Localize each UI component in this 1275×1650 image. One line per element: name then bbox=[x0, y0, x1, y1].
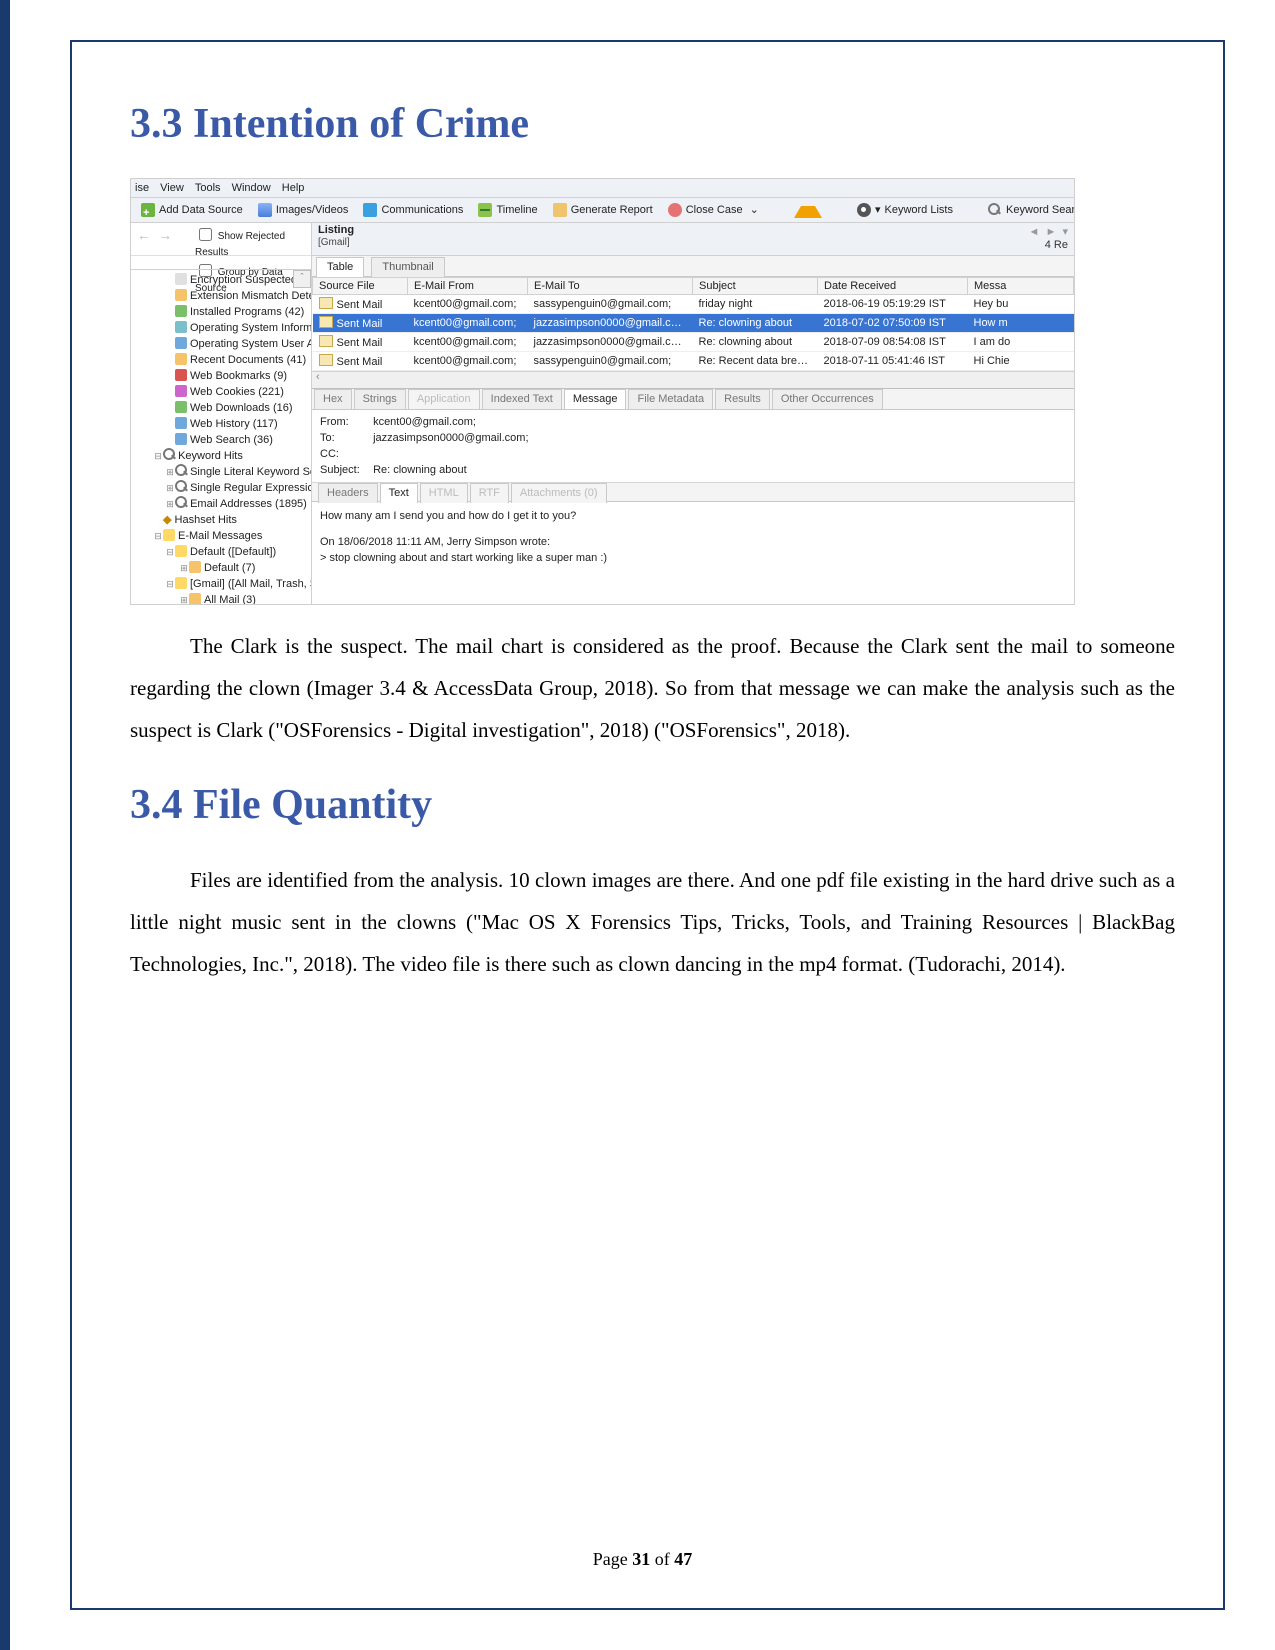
msg-subject: Re: clowning about bbox=[373, 464, 467, 476]
tree-node[interactable]: ⊞ Single Literal Keyword Search (0 bbox=[135, 464, 311, 480]
table-row[interactable]: Sent Mailkcent00@gmail.com;sassypenguin0… bbox=[313, 295, 1074, 314]
show-rejected-checkbox[interactable]: Show Rejected Results bbox=[195, 225, 311, 261]
page-footer: Page 31 of 47 bbox=[10, 1549, 1275, 1570]
tree-node[interactable]: Encryption Suspected (13) bbox=[135, 272, 311, 288]
column-header[interactable]: Date Received bbox=[818, 278, 968, 295]
tree-node[interactable]: Operating System Information ( bbox=[135, 320, 311, 336]
tree-node[interactable]: Extension Mismatch Detected (1 bbox=[135, 288, 311, 304]
detail-tab[interactable]: Message bbox=[564, 389, 627, 409]
detail-tab[interactable]: Results bbox=[715, 389, 770, 409]
listing-nav[interactable]: ◄ ► ▾ bbox=[1028, 225, 1068, 238]
msg-from: kcent00@gmail.com; bbox=[373, 416, 476, 428]
menu-item[interactable]: ise bbox=[135, 179, 149, 197]
tree-scroll-up[interactable]: ˆ bbox=[293, 270, 311, 288]
menu-item[interactable]: Tools bbox=[195, 179, 221, 197]
message-tab[interactable]: RTF bbox=[470, 483, 509, 503]
menu-item[interactable]: View bbox=[160, 179, 184, 197]
images-icon bbox=[258, 203, 272, 217]
content-pane: Listing [Gmail] ◄ ► ▾ 4 Re Table Thumbna… bbox=[312, 223, 1074, 605]
msg-to: jazzasimpson0000@gmail.com; bbox=[373, 432, 528, 444]
tree-node[interactable]: Web Bookmarks (9) bbox=[135, 368, 311, 384]
result-count: 4 Re bbox=[1045, 239, 1068, 251]
column-header[interactable]: E-Mail To bbox=[528, 278, 693, 295]
tree-node[interactable]: Operating System User Account bbox=[135, 336, 311, 352]
timeline-icon bbox=[478, 203, 492, 217]
detail-tab[interactable]: Strings bbox=[354, 389, 406, 409]
tree-node[interactable]: ⊞Default (7) bbox=[135, 560, 311, 576]
keyword-search-button[interactable]: Keyword Search bbox=[982, 198, 1074, 222]
forward-button[interactable]: → bbox=[158, 227, 172, 243]
detail-tab[interactable]: File Metadata bbox=[628, 389, 713, 409]
listing-title: Listing bbox=[312, 223, 1074, 237]
tree-node[interactable]: Web History (117) bbox=[135, 416, 311, 432]
tree-node[interactable]: ⊟E-Mail Messages bbox=[135, 528, 311, 544]
back-button[interactable]: ← bbox=[137, 227, 151, 243]
tree-node[interactable]: Web Cookies (221) bbox=[135, 384, 311, 400]
communications-button[interactable]: Communications bbox=[357, 198, 469, 222]
tab-table[interactable]: Table bbox=[316, 257, 364, 277]
message-tabs[interactable]: HeadersTextHTMLRTFAttachments (0) bbox=[312, 483, 1074, 502]
email-table[interactable]: Source FileE-Mail FromE-Mail ToSubjectDa… bbox=[312, 277, 1074, 371]
message-tab[interactable]: Text bbox=[380, 483, 418, 503]
close-case-button[interactable]: Close Case ⌄ bbox=[662, 198, 765, 222]
close-icon bbox=[668, 203, 682, 217]
tree-node[interactable]: ⊞ Email Addresses (1895) bbox=[135, 496, 311, 512]
message-header: From: kcent00@gmail.com; To: jazzasimpso… bbox=[312, 410, 1074, 483]
paragraph-file-quantity: Files are identified from the analysis. … bbox=[130, 859, 1175, 985]
menu-bar[interactable]: ise View Tools Window Help bbox=[131, 179, 1074, 198]
tree-node[interactable]: Installed Programs (42) bbox=[135, 304, 311, 320]
table-row[interactable]: Sent Mailkcent00@gmail.com;jazzasimpson0… bbox=[313, 314, 1074, 333]
column-header[interactable]: Subject bbox=[693, 278, 818, 295]
menu-item[interactable]: Help bbox=[282, 179, 305, 197]
tree-node[interactable]: Recent Documents (41) bbox=[135, 352, 311, 368]
detail-tabs[interactable]: HexStringsApplicationIndexed TextMessage… bbox=[312, 389, 1074, 410]
tree-node[interactable]: ◆ Hashset Hits bbox=[135, 512, 311, 528]
navigator-pane: ← → Show Rejected Results Group by Data … bbox=[131, 223, 312, 605]
column-header[interactable]: Messa bbox=[968, 278, 1074, 295]
tree-node[interactable]: ⊟Default ([Default]) bbox=[135, 544, 311, 560]
message-tab[interactable]: Headers bbox=[318, 483, 378, 503]
nav-arrows: ← → Show Rejected Results Group by Data … bbox=[131, 223, 311, 256]
heading-3-4: 3.4 File Quantity bbox=[130, 781, 1175, 829]
menu-item[interactable]: Window bbox=[232, 179, 271, 197]
communications-icon bbox=[363, 203, 377, 217]
tree-node[interactable]: ⊟ Keyword Hits bbox=[135, 448, 311, 464]
warning-icon bbox=[794, 199, 822, 218]
tree-node[interactable]: Web Downloads (16) bbox=[135, 400, 311, 416]
column-header[interactable]: Source File bbox=[313, 278, 408, 295]
detail-tab[interactable]: Hex bbox=[314, 389, 352, 409]
message-body: How many am I send you and how do I get … bbox=[312, 502, 1074, 572]
warning-indicator[interactable] bbox=[788, 198, 828, 222]
autopsy-screenshot: ise View Tools Window Help Add Data Sour… bbox=[130, 178, 1075, 605]
generate-report-button[interactable]: Generate Report bbox=[547, 198, 659, 222]
detail-pane: HexStringsApplicationIndexed TextMessage… bbox=[312, 388, 1074, 605]
add-data-source-button[interactable]: Add Data Source bbox=[135, 198, 249, 222]
images-videos-button[interactable]: Images/Videos bbox=[252, 198, 355, 222]
grid-scrollbar[interactable] bbox=[312, 371, 1074, 388]
tree-node[interactable]: ⊞ Single Regular Expression Searc bbox=[135, 480, 311, 496]
results-tree[interactable]: ˆ Encryption Suspected (13)Extension Mis… bbox=[131, 269, 311, 605]
table-row[interactable]: Sent Mailkcent00@gmail.com;sassypenguin0… bbox=[313, 352, 1074, 371]
message-tab[interactable]: HTML bbox=[420, 483, 468, 503]
tree-node[interactable]: Web Search (36) bbox=[135, 432, 311, 448]
column-header[interactable]: E-Mail From bbox=[408, 278, 528, 295]
report-icon bbox=[553, 203, 567, 217]
heading-3-3: 3.3 Intention of Crime bbox=[130, 100, 1175, 148]
toolbar: Add Data Source Images/Videos Communicat… bbox=[131, 198, 1074, 223]
eye-icon bbox=[857, 203, 871, 217]
message-tab[interactable]: Attachments (0) bbox=[511, 483, 607, 503]
listing-path: [Gmail] bbox=[312, 237, 1074, 248]
detail-tab[interactable]: Application bbox=[408, 389, 480, 409]
table-row[interactable]: Sent Mailkcent00@gmail.com;jazzasimpson0… bbox=[313, 333, 1074, 352]
plus-icon bbox=[141, 203, 155, 217]
keyword-lists-button[interactable]: ▾ Keyword Lists bbox=[851, 198, 959, 222]
tab-thumbnail[interactable]: Thumbnail bbox=[371, 257, 444, 277]
detail-tab[interactable]: Other Occurrences bbox=[772, 389, 883, 409]
timeline-button[interactable]: Timeline bbox=[472, 198, 543, 222]
tree-node[interactable]: ⊟[Gmail] ([All Mail, Trash, Sent M bbox=[135, 576, 311, 592]
tree-node[interactable]: ⊞All Mail (3) bbox=[135, 592, 311, 605]
detail-tab[interactable]: Indexed Text bbox=[482, 389, 562, 409]
search-icon bbox=[988, 203, 1002, 217]
paragraph-intention: The Clark is the suspect. The mail chart… bbox=[130, 625, 1175, 751]
